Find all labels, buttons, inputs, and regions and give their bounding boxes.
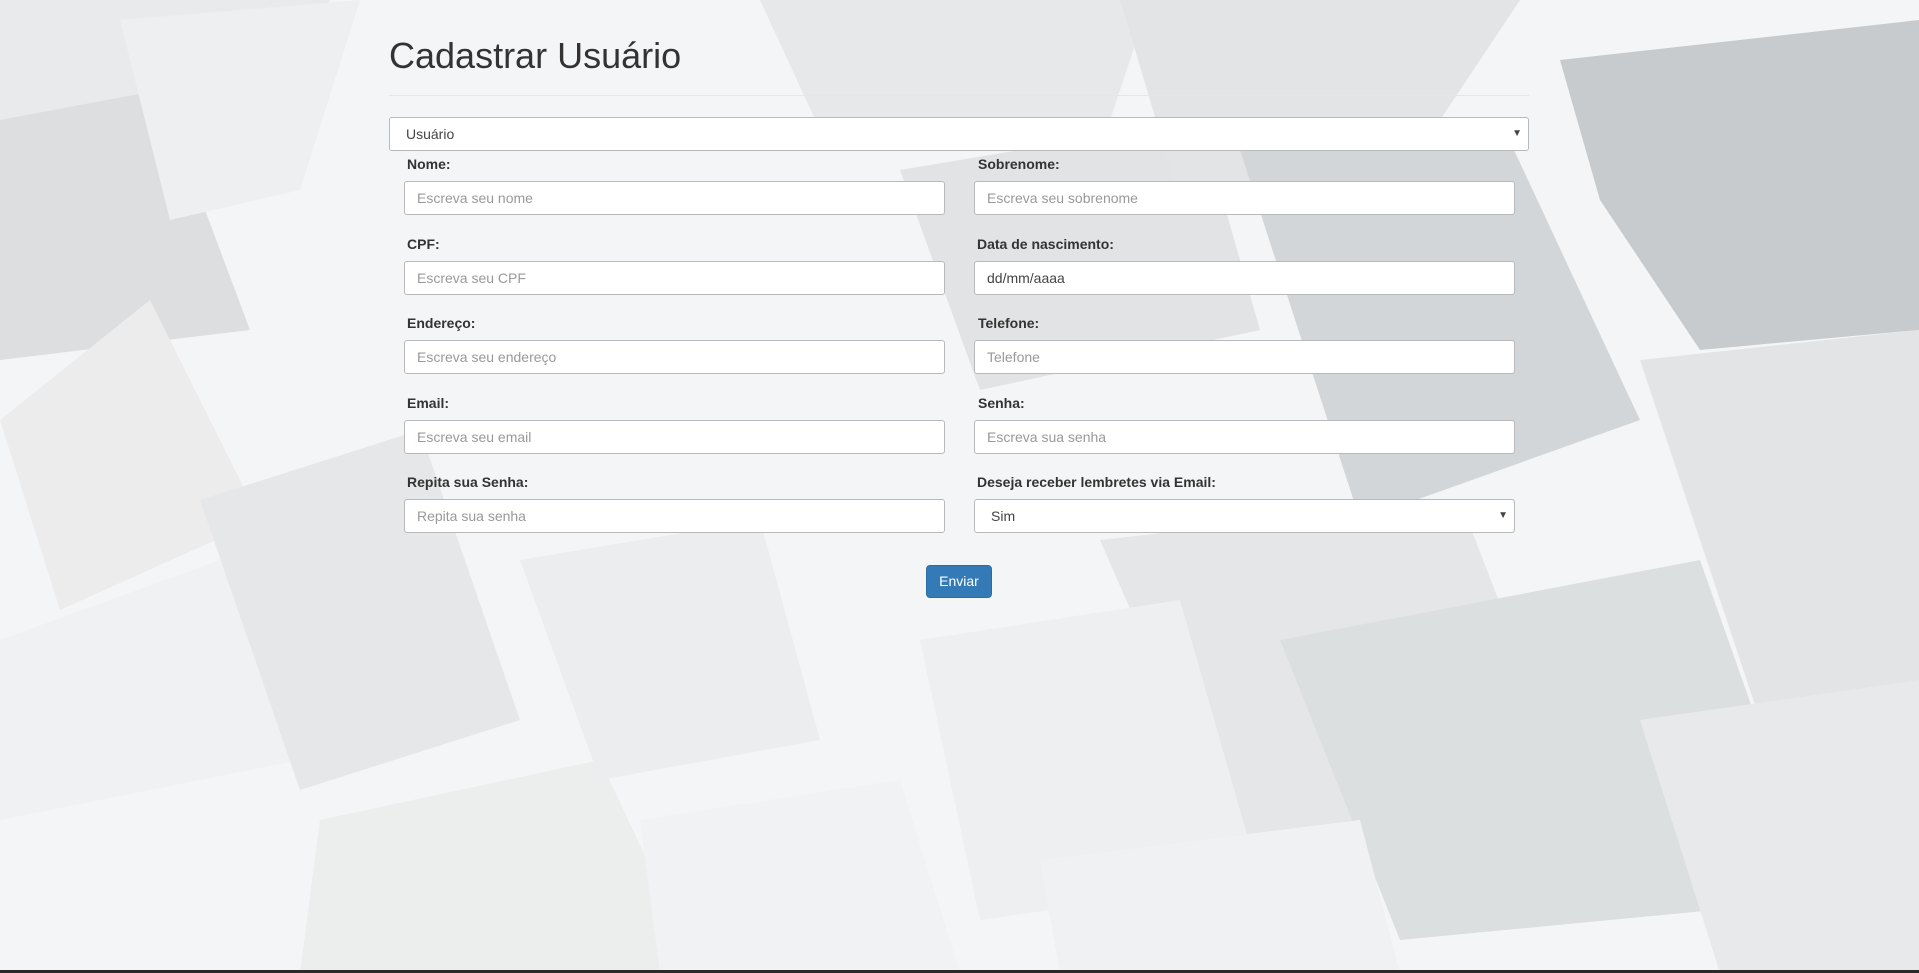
telefone-label: Telefone: [978, 315, 1040, 331]
cpf-label: CPF: [407, 236, 440, 252]
senha-label: Senha: [978, 395, 1025, 411]
chevron-down-icon: ▼ [1498, 510, 1508, 521]
endereco-input[interactable]: Escreva seu endereço [404, 340, 945, 374]
submit-button[interactable]: Enviar [926, 565, 992, 598]
endereco-placeholder: Escreva seu endereço [417, 349, 557, 365]
sobrenome-placeholder: Escreva seu sobrenome [987, 190, 1138, 206]
repita-senha-input[interactable]: Repita sua senha [404, 499, 945, 533]
nascimento-label: Data de nascimento: [977, 236, 1114, 252]
endereco-label: Endereço: [407, 315, 476, 331]
senha-placeholder: Escreva sua senha [987, 429, 1107, 445]
email-placeholder: Escreva seu email [417, 429, 532, 445]
user-type-select[interactable]: Usuário ▼ [389, 117, 1529, 151]
repita-senha-placeholder: Repita sua senha [417, 508, 526, 524]
sobrenome-label: Sobrenome: [978, 156, 1060, 172]
sobrenome-input[interactable]: Escreva seu sobrenome [974, 181, 1515, 215]
user-type-select-value: Usuário [406, 126, 455, 142]
nascimento-value: dd/mm/aaaa [987, 270, 1065, 286]
lembretes-select-value: Sim [991, 508, 1016, 524]
telefone-input[interactable]: Telefone [974, 340, 1515, 374]
lembretes-label: Deseja receber lembretes via Email: [977, 474, 1216, 490]
nome-placeholder: Escreva seu nome [417, 190, 533, 206]
chevron-down-icon: ▼ [1512, 128, 1522, 139]
email-input[interactable]: Escreva seu email [404, 420, 945, 454]
page-title: Cadastrar Usuário [389, 35, 682, 76]
email-label: Email: [407, 395, 450, 411]
cpf-placeholder: Escreva seu CPF [417, 270, 526, 286]
senha-input[interactable]: Escreva sua senha [974, 420, 1515, 454]
cpf-input[interactable]: Escreva seu CPF [404, 261, 945, 295]
nascimento-date-input[interactable]: dd/mm/aaaa [974, 261, 1515, 295]
telefone-placeholder: Telefone [987, 349, 1040, 365]
title-divider [389, 95, 1529, 96]
repita-senha-label: Repita sua Senha: [407, 474, 529, 490]
nome-label: Nome: [407, 156, 451, 172]
nome-input[interactable]: Escreva seu nome [404, 181, 945, 215]
lembretes-select[interactable]: Sim ▼ [974, 499, 1515, 533]
